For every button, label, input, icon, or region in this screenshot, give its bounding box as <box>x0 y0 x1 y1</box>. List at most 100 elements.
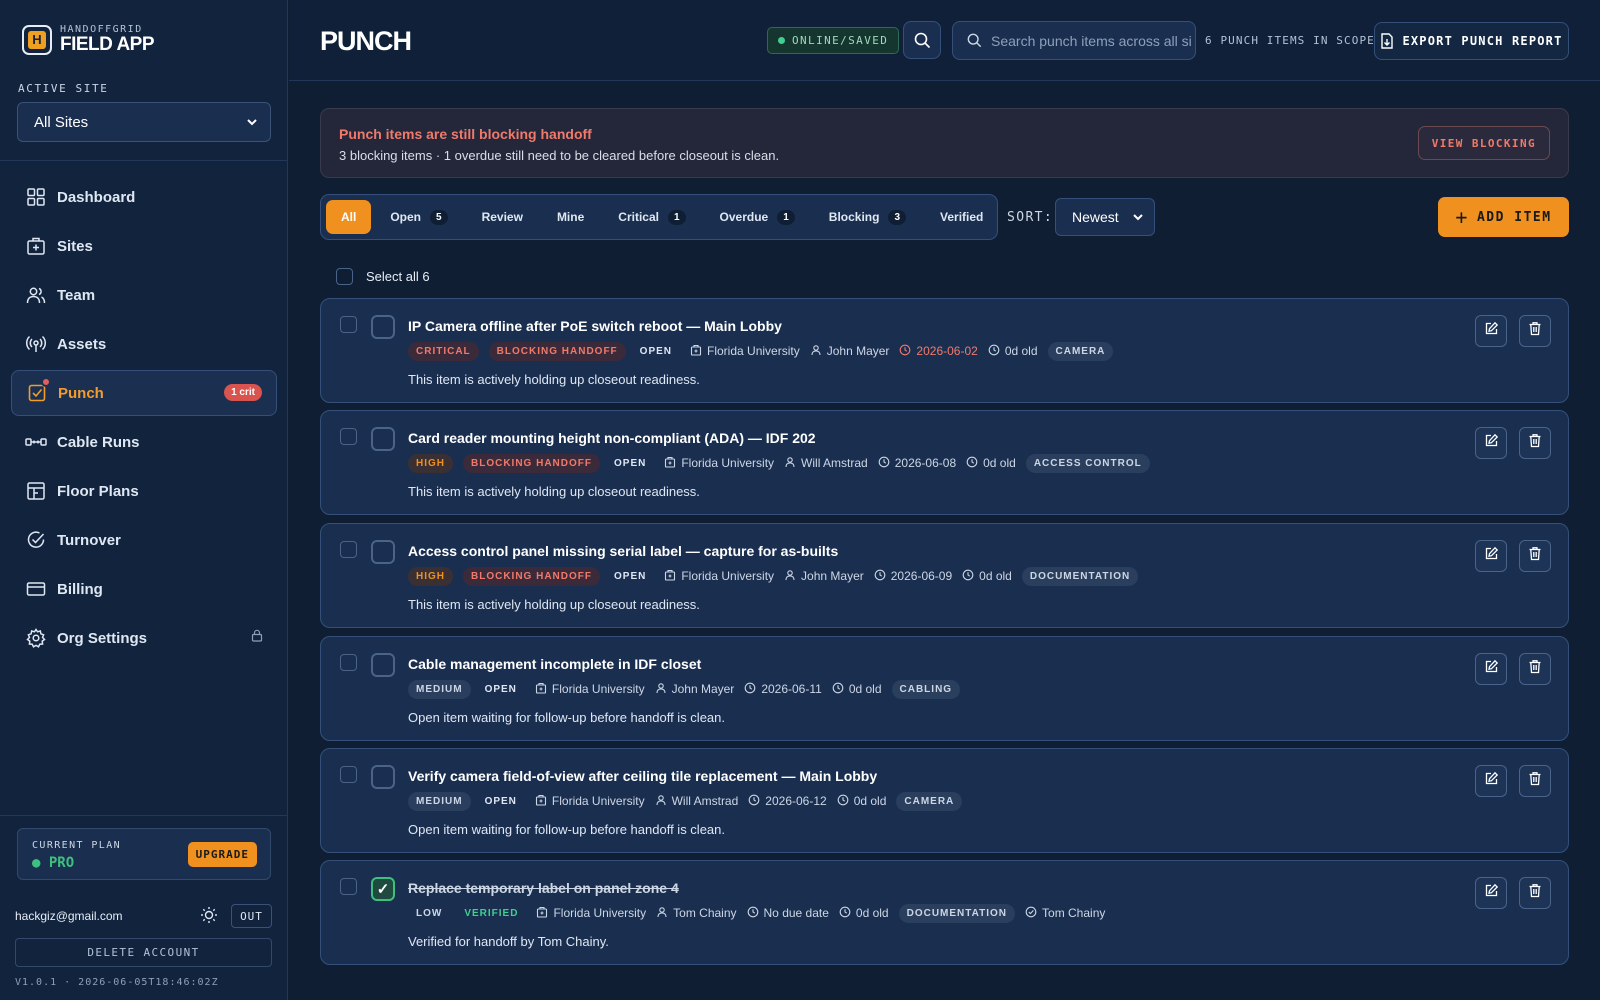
search-button[interactable] <box>903 21 941 59</box>
select-all[interactable]: Select all 6 <box>336 268 430 285</box>
signal-icon <box>25 333 47 355</box>
tab-review[interactable]: Review <box>467 200 538 234</box>
site-select[interactable]: All Sites <box>17 102 271 142</box>
punch-item-title[interactable]: IP Camera offline after PoE switch reboo… <box>408 318 782 334</box>
blocking-badge: BLOCKING HANDOFF <box>488 341 626 361</box>
delete-button[interactable] <box>1519 315 1551 347</box>
row-select-checkbox[interactable] <box>340 878 357 895</box>
clock-icon <box>837 794 854 809</box>
tab-all[interactable]: All <box>326 200 372 234</box>
completed-toggle[interactable] <box>371 540 395 564</box>
edit-button[interactable] <box>1475 427 1507 459</box>
tab-overdue[interactable]: Overdue 1 <box>705 200 810 234</box>
tab-open[interactable]: Open 5 <box>375 200 462 234</box>
delete-button[interactable] <box>1519 653 1551 685</box>
status-badge: OPEN <box>639 345 673 357</box>
tab-label: Blocking <box>828 210 880 224</box>
view-blocking-button[interactable]: VIEW BLOCKING <box>1417 126 1550 160</box>
sidebar-item-cable-runs[interactable]: Cable Runs <box>11 419 277 465</box>
age-meta: 0d old <box>988 344 1038 359</box>
punch-item-title[interactable]: Card reader mounting height non-complian… <box>408 430 816 446</box>
user-icon <box>655 794 672 809</box>
tab-label: Review <box>481 210 523 224</box>
alert-dot-icon <box>41 377 51 387</box>
brand-logo-letter: H <box>28 30 46 49</box>
trash-icon <box>1528 883 1542 903</box>
tab-blocking[interactable]: Blocking 3 <box>814 200 921 234</box>
sidebar-item-team[interactable]: Team <box>11 272 277 318</box>
site-meta: Florida University <box>664 569 774 584</box>
punch-item-title[interactable]: Cable management incomplete in IDF close… <box>408 656 701 672</box>
search-field[interactable] <box>952 21 1196 60</box>
tab-mine[interactable]: Mine <box>542 200 599 234</box>
delete-button[interactable] <box>1519 877 1551 909</box>
delete-button[interactable] <box>1519 540 1551 572</box>
delete-button[interactable] <box>1519 427 1551 459</box>
blocking-badge: BLOCKING HANDOFF <box>463 566 600 586</box>
gear-icon <box>25 627 47 649</box>
tab-verified[interactable]: Verified <box>925 200 998 234</box>
sidebar-item-billing[interactable]: Billing <box>11 566 277 612</box>
sidebar-item-org-settings[interactable]: Org Settings <box>11 615 277 661</box>
delete-account-button[interactable]: DELETE ACCOUNT <box>15 938 272 967</box>
completed-toggle[interactable] <box>371 765 395 789</box>
edit-button[interactable] <box>1475 315 1507 347</box>
upgrade-button[interactable]: UPGRADE <box>187 842 257 867</box>
sidebar-item-label: Dashboard <box>57 188 136 206</box>
status-badge: OPEN <box>484 683 517 695</box>
category-badge: CABLING <box>891 679 961 699</box>
search-input[interactable] <box>991 32 1191 49</box>
completed-toggle[interactable] <box>371 653 395 677</box>
row-select-checkbox[interactable] <box>340 654 357 671</box>
sidebar-item-dashboard[interactable]: Dashboard <box>11 174 277 220</box>
edit-button[interactable] <box>1475 653 1507 685</box>
sidebar-item-floor-plans[interactable]: Floor Plans <box>11 468 277 514</box>
theme-toggle-icon[interactable] <box>200 906 218 924</box>
priority-badge: LOW <box>416 907 443 919</box>
edit-button[interactable] <box>1475 540 1507 572</box>
completed-toggle-checked[interactable]: ✓ <box>371 877 395 901</box>
pencil-icon <box>1484 659 1499 679</box>
clock-icon <box>899 344 916 359</box>
edit-button[interactable] <box>1475 877 1507 909</box>
sidebar-item-assets[interactable]: Assets <box>11 321 277 367</box>
punch-item-card: ✓ Replace temporary label on panel zone 4… <box>320 860 1569 965</box>
sort-select[interactable]: Newest <box>1055 198 1155 236</box>
pencil-icon <box>1484 771 1499 791</box>
building-icon <box>690 344 707 359</box>
pencil-icon <box>1484 321 1499 341</box>
delete-button[interactable] <box>1519 765 1551 797</box>
add-item-button[interactable]: + ADD ITEM <box>1438 197 1569 237</box>
sidebar-item-sites[interactable]: Sites <box>11 223 277 269</box>
edit-button[interactable] <box>1475 765 1507 797</box>
pencil-icon <box>1484 546 1499 566</box>
tab-critical[interactable]: Critical 1 <box>603 200 700 234</box>
row-select-checkbox[interactable] <box>340 766 357 783</box>
row-select-checkbox[interactable] <box>340 428 357 445</box>
due-date-meta: No due date <box>747 906 829 921</box>
plan-label: CURRENT PLAN <box>32 840 122 851</box>
due-date: 2026-06-08 <box>894 456 957 470</box>
select-all-checkbox[interactable] <box>336 268 353 285</box>
sidebar-item-turnover[interactable]: Turnover <box>11 517 277 563</box>
clock-icon <box>966 456 983 471</box>
site-name: Florida University <box>553 906 647 920</box>
due-date: No due date <box>763 906 829 920</box>
punch-item-title[interactable]: Access control panel missing serial labe… <box>408 543 838 559</box>
priority-badge: MEDIUM <box>408 791 471 811</box>
status-badge: OPEN <box>614 570 647 582</box>
brand[interactable]: H HANDOFFGRID FIELD APP <box>22 24 155 55</box>
completed-toggle[interactable] <box>371 427 395 451</box>
row-select-checkbox[interactable] <box>340 316 357 333</box>
building-icon <box>664 456 681 471</box>
completed-toggle[interactable] <box>371 315 395 339</box>
row-select-checkbox[interactable] <box>340 541 357 558</box>
punch-item-title[interactable]: Verify camera field-of-view after ceilin… <box>408 768 877 784</box>
item-age: 0d old <box>979 569 1012 583</box>
sidebar-item-punch[interactable]: Punch 1 crit <box>11 370 277 416</box>
sign-out-button[interactable]: OUT <box>231 904 272 928</box>
export-report-button[interactable]: EXPORT PUNCH REPORT <box>1374 22 1569 60</box>
online-status-text: ONLINE/SAVED <box>792 34 889 47</box>
punch-item-title[interactable]: Replace temporary label on panel zone 4 <box>408 880 679 896</box>
age-meta: 0d old <box>962 569 1012 584</box>
